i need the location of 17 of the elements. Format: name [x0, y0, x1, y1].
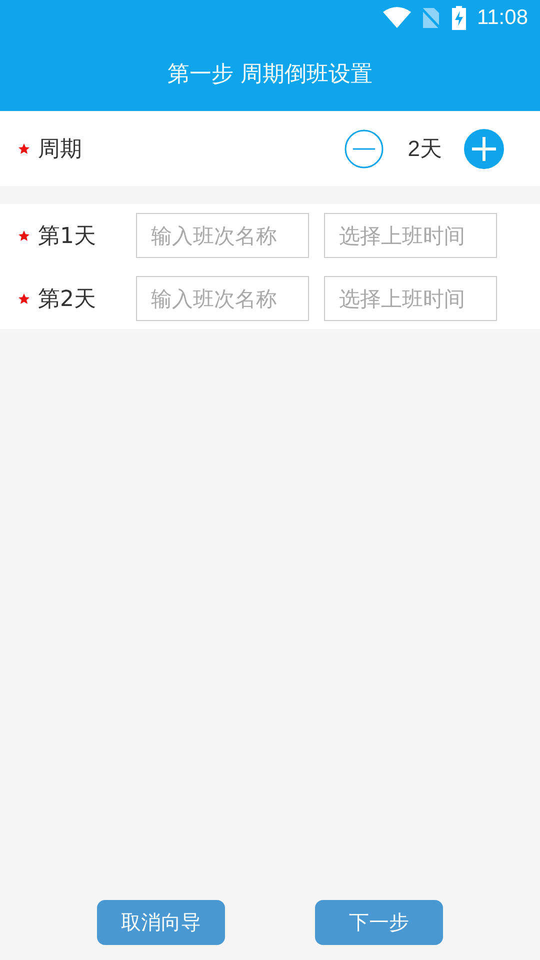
page-title: 第一步 周期倒班设置 [168, 60, 372, 88]
battery-charging-icon [451, 6, 467, 30]
day-label: 第1天 [38, 222, 96, 250]
next-button[interactable]: 下一步 [315, 900, 443, 945]
period-label: 周期 [38, 136, 82, 164]
minus-button[interactable] [344, 128, 384, 168]
period-value: 2天 [408, 134, 442, 162]
no-sim-icon [421, 6, 441, 30]
shift-name-field[interactable]: 输入班次名称 [136, 276, 309, 321]
shift-name-field[interactable]: 输入班次名称 [136, 213, 309, 258]
cancel-button[interactable]: 取消向导 [97, 900, 225, 945]
start-time-field[interactable]: 选择上班时间 [324, 276, 497, 321]
start-time-field[interactable]: 选择上班时间 [324, 213, 497, 258]
day-label: 第2天 [38, 286, 96, 314]
wifi-icon [383, 7, 411, 29]
status-time: 11:08 [477, 6, 528, 30]
plus-button[interactable] [464, 128, 504, 168]
